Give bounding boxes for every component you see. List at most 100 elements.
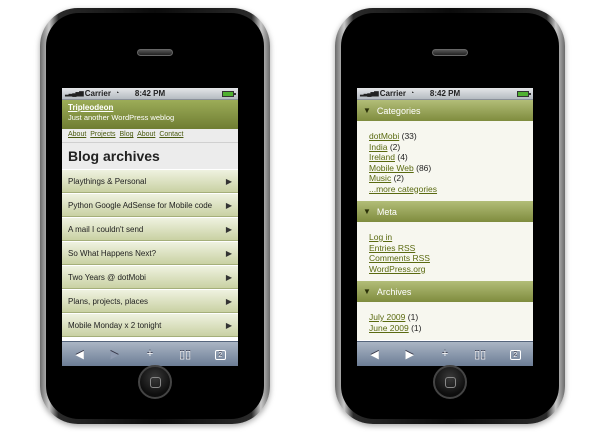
category-item: dotMobi (33) xyxy=(369,131,533,142)
status-time: 8:42 PM xyxy=(429,89,461,98)
category-link[interactable]: dotMobi xyxy=(369,131,399,141)
meta-item: WordPress.org xyxy=(369,264,533,275)
forward-button[interactable]: ▶ xyxy=(399,348,421,361)
screen-right: ▂▃▄▅▆ Carrier ◔ 8:42 PM ▼ Categories dot… xyxy=(357,88,533,366)
archive-link[interactable]: June 2009 xyxy=(369,323,409,333)
status-bar: ▂▃▄▅▆ Carrier ◔ 8:42 PM xyxy=(62,88,238,100)
post-title: Mobile Monday x 2 tonight xyxy=(68,320,162,330)
category-item: Mobile Web (86) xyxy=(369,163,533,174)
pages-count: 2 xyxy=(509,350,521,360)
pages-button[interactable]: 2 xyxy=(209,348,231,360)
post-title: Playthings & Personal xyxy=(68,176,147,186)
site-nav: About Projects Blog About Contact xyxy=(62,129,238,143)
nav-link-about-2[interactable]: About xyxy=(137,131,155,138)
category-count: (2) xyxy=(389,141,401,152)
bookmarks-icon[interactable]: ▯▯ xyxy=(174,348,196,361)
nav-link-contact[interactable]: Contact xyxy=(159,131,183,138)
bookmarks-icon[interactable]: ▯▯ xyxy=(469,348,491,361)
category-count: (33) xyxy=(401,131,417,141)
wordpress-link[interactable]: WordPress.org xyxy=(369,264,426,274)
safari-toolbar: ◀ ▶ + ▯▯ 2 xyxy=(357,341,533,366)
categories-title: Categories xyxy=(376,105,421,116)
post-list-item[interactable]: Python Google AdSense for Mobile code ▶ xyxy=(62,193,238,217)
chevron-right-icon: ▶ xyxy=(225,224,232,234)
home-square-icon xyxy=(445,377,456,388)
site-tagline: Just another WordPress weblog xyxy=(68,113,175,122)
phone-right: ▂▃▄▅▆ Carrier ◔ 8:42 PM ▼ Categories dot… xyxy=(335,8,565,424)
back-button[interactable]: ◀ xyxy=(69,348,91,361)
add-bookmark-button[interactable]: + xyxy=(434,348,456,360)
speaker xyxy=(432,49,468,56)
archives-list: July 2009 (1) June 2009 (1) xyxy=(357,302,533,340)
post-title: Two Years @ dotMobi xyxy=(68,272,146,282)
home-button[interactable] xyxy=(138,365,172,399)
post-title: Plans, projects, places xyxy=(68,296,149,306)
category-link[interactable]: India xyxy=(369,142,387,152)
site-title-link[interactable]: Tripleodeon xyxy=(68,103,232,112)
category-link[interactable]: Mobile Web xyxy=(369,163,414,173)
category-item: Music (2) xyxy=(369,173,533,184)
battery-icon xyxy=(222,91,236,97)
phone-left: ▂▃▄▅▆ Carrier ◔ 8:42 PM Tripleodeon Just… xyxy=(40,8,270,424)
category-link[interactable]: Ireland xyxy=(369,152,395,162)
chevron-right-icon: ▶ xyxy=(225,248,232,258)
meta-item: Entries RSS xyxy=(369,243,533,254)
triangle-down-icon: ▼ xyxy=(363,106,371,115)
triangle-down-icon: ▼ xyxy=(363,207,371,216)
safari-toolbar: ◀ ▶ + ▯▯ 2 xyxy=(62,341,238,366)
meta-item: Comments RSS xyxy=(369,253,533,264)
add-bookmark-button[interactable]: + xyxy=(139,348,161,360)
forward-button[interactable]: ▶ xyxy=(104,348,126,361)
more-categories-link[interactable]: ...more categories xyxy=(369,184,437,194)
meta-header[interactable]: ▼ Meta xyxy=(357,201,533,222)
meta-title: Meta xyxy=(376,206,397,217)
archive-item: July 2009 (1) xyxy=(369,312,533,323)
post-list-item[interactable]: So What Happens Next? ▶ xyxy=(62,241,238,265)
post-title: So What Happens Next? xyxy=(68,248,157,258)
post-title: A mail I couldn't send xyxy=(68,224,144,234)
chevron-right-icon: ▶ xyxy=(225,200,232,210)
pages-count: 2 xyxy=(214,350,226,360)
comments-rss-link[interactable]: Comments RSS xyxy=(369,253,430,263)
category-count: (86) xyxy=(416,162,432,173)
chevron-right-icon: ▶ xyxy=(225,320,232,330)
meta-list: Log in Entries RSS Comments RSS WordPres… xyxy=(357,222,533,281)
category-count: (4) xyxy=(397,152,408,162)
post-list-item[interactable]: Playthings & Personal ▶ xyxy=(62,169,238,193)
post-list-item[interactable]: Mobile Monday x 2 tonight ▶ xyxy=(62,313,238,337)
nav-link-blog[interactable]: Blog xyxy=(120,131,134,138)
archive-link[interactable]: July 2009 xyxy=(369,312,405,322)
home-button[interactable] xyxy=(433,365,467,399)
archives-header[interactable]: ▼ Archives xyxy=(357,281,533,302)
back-button[interactable]: ◀ xyxy=(364,348,386,361)
status-time: 8:42 PM xyxy=(134,89,166,98)
nav-link-about[interactable]: About xyxy=(68,131,86,138)
post-title: Python Google AdSense for Mobile code xyxy=(68,200,213,210)
category-link[interactable]: Music xyxy=(369,173,391,183)
archive-count: (1) xyxy=(407,312,419,322)
category-item: Ireland (4) xyxy=(369,152,533,163)
post-list-item[interactable]: A mail I couldn't send ▶ xyxy=(62,217,238,241)
category-item: India (2) xyxy=(369,142,533,153)
status-bar: ▂▃▄▅▆ Carrier ◔ 8:42 PM xyxy=(357,88,533,100)
nav-link-projects[interactable]: Projects xyxy=(90,131,115,138)
triangle-down-icon: ▼ xyxy=(363,287,371,296)
pages-button[interactable]: 2 xyxy=(504,348,526,360)
entries-rss-link[interactable]: Entries RSS xyxy=(369,243,415,253)
chevron-right-icon: ▶ xyxy=(225,296,232,306)
categories-header[interactable]: ▼ Categories xyxy=(357,100,533,121)
post-list-item[interactable]: Plans, projects, places ▶ xyxy=(62,289,238,313)
category-count: (2) xyxy=(393,173,404,183)
login-link[interactable]: Log in xyxy=(369,232,392,242)
chevron-right-icon: ▶ xyxy=(225,272,232,282)
home-square-icon xyxy=(150,377,161,388)
archive-count: (1) xyxy=(411,322,422,333)
archives-title: Archives xyxy=(376,286,412,297)
categories-list: dotMobi (33) India (2) Ireland (4) Mobil… xyxy=(357,121,533,201)
post-list-item[interactable]: Two Years @ dotMobi ▶ xyxy=(62,265,238,289)
archive-item: June 2009 (1) xyxy=(369,323,533,334)
stage: ▂▃▄▅▆ Carrier ◔ 8:42 PM Tripleodeon Just… xyxy=(0,0,600,432)
site-header: Tripleodeon Just another WordPress weblo… xyxy=(62,100,238,129)
category-item: ...more categories xyxy=(369,184,533,195)
screen-left: ▂▃▄▅▆ Carrier ◔ 8:42 PM Tripleodeon Just… xyxy=(62,88,238,366)
